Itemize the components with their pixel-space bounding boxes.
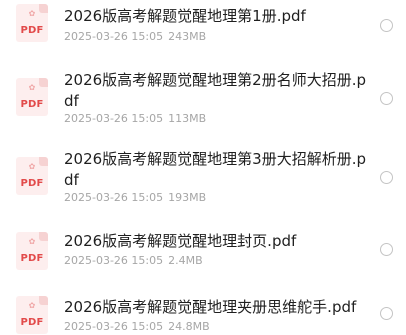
file-size: 113MB [168,112,207,125]
file-size: 243MB [168,30,207,43]
pdf-file-icon: ✿ PDF [16,78,48,116]
file-name: 2026版高考解题觉醒地理夹册思维舵手.pdf [64,298,357,316]
file-date: 2025-03-26 15:05 [64,254,164,267]
file-meta: 2025-03-26 15:05 2.4MB [64,254,203,268]
pdf-file-icon: ✿ PDF [16,157,48,195]
file-row[interactable]: ✿ PDF 2026版高考解题觉醒地理第2册名师大招册.pdf 2025-03-… [0,64,406,130]
file-row[interactable]: ✿ PDF 2026版高考解题觉醒地理第1册.pdf 2025-03-26 15… [0,0,406,60]
acrobat-icon: ✿ [28,237,36,246]
pdf-icon-label: PDF [20,317,44,328]
select-radio[interactable] [380,307,393,320]
file-date: 2025-03-26 15:05 [64,30,164,43]
file-row[interactable]: ✿ PDF 2026版高考解题觉醒地理第3册大招解析册.pdf 2025-03-… [0,143,406,209]
select-radio[interactable] [380,243,393,256]
select-radio[interactable] [380,19,393,32]
select-radio[interactable] [380,92,393,105]
pdf-icon-label: PDF [20,25,44,36]
file-meta: 2025-03-26 15:05 193MB [64,191,206,205]
acrobat-icon: ✿ [28,301,36,310]
file-size: 24.8MB [168,320,210,333]
file-meta: 2025-03-26 15:05 243MB [64,30,206,44]
file-date: 2025-03-26 15:05 [64,191,164,204]
pdf-icon-label: PDF [20,99,44,110]
select-radio[interactable] [380,171,393,184]
file-name: 2026版高考解题觉醒地理第3册大招解析册.pdf [64,150,367,189]
pdf-icon-label: PDF [20,253,44,264]
file-list: ✿ PDF 2026版高考解题觉醒地理第1册.pdf 2025-03-26 15… [0,0,406,335]
file-size: 2.4MB [168,254,203,267]
file-meta: 2025-03-26 15:05 24.8MB [64,320,210,334]
pdf-file-icon: ✿ PDF [16,4,48,42]
file-name: 2026版高考解题觉醒地理封页.pdf [64,232,297,250]
pdf-file-icon: ✿ PDF [16,296,48,334]
file-size: 193MB [168,191,207,204]
pdf-file-icon: ✿ PDF [16,232,48,270]
file-date: 2025-03-26 15:05 [64,320,164,333]
file-name: 2026版高考解题觉醒地理第2册名师大招册.pdf [64,71,367,110]
file-row[interactable]: ✿ PDF 2026版高考解题觉醒地理封页.pdf 2025-03-26 15:… [0,222,406,282]
file-date: 2025-03-26 15:05 [64,112,164,125]
file-name: 2026版高考解题觉醒地理第1册.pdf [64,7,306,25]
acrobat-icon: ✿ [28,9,36,18]
acrobat-icon: ✿ [28,83,36,92]
acrobat-icon: ✿ [28,162,36,171]
file-row[interactable]: ✿ PDF 2026版高考解题觉醒地理夹册思维舵手.pdf 2025-03-26… [0,289,406,335]
pdf-icon-label: PDF [20,178,44,189]
file-meta: 2025-03-26 15:05 113MB [64,112,206,126]
